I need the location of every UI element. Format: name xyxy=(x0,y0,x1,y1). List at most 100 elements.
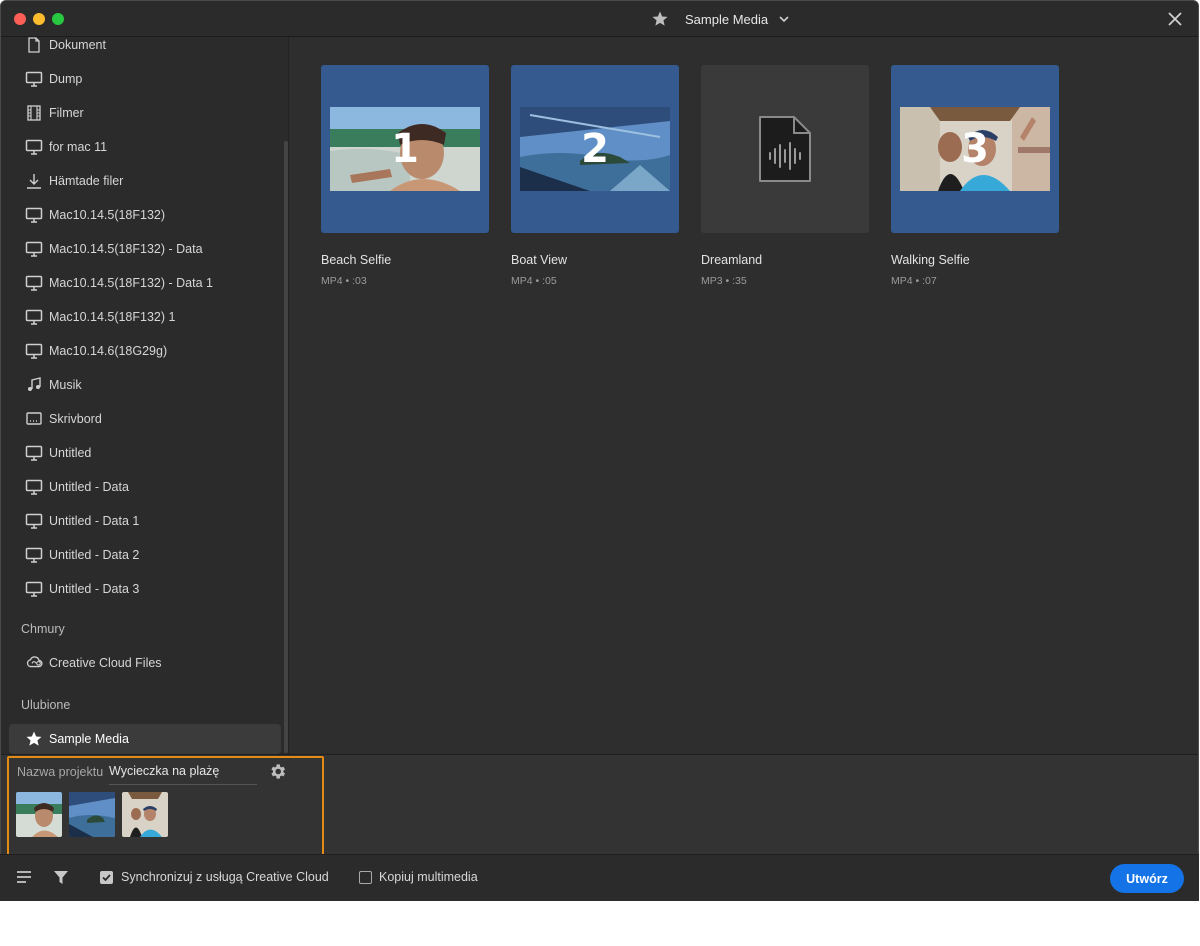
monitor-icon xyxy=(25,342,43,360)
monitor-icon xyxy=(25,138,43,156)
media-card-walking-selfie[interactable]: 3 Walking Selfie MP4 • :07 xyxy=(891,65,1059,287)
media-title: Walking Selfie xyxy=(891,253,970,267)
sidebar-item-for-mac-11[interactable]: for mac 11 xyxy=(9,132,281,162)
media-meta: MP4 • :07 xyxy=(891,275,937,287)
sync-checkbox-label[interactable]: Synchronizuj z usługą Creative Cloud xyxy=(121,870,329,884)
sidebar-item-mac10-14-5-18f132[interactable]: Mac10.14.5(18F132) xyxy=(9,200,281,230)
sidebar-scrollbar[interactable] xyxy=(284,141,288,753)
monitor-icon xyxy=(25,512,43,530)
title-bar: Sample Media xyxy=(1,1,1198,37)
sidebar-item-mac10-14-5-18f132-data[interactable]: Mac10.14.5(18F132) - Data xyxy=(9,234,281,264)
sidebar-item-label: Dump xyxy=(49,72,83,86)
creative-cloud-icon xyxy=(25,654,43,672)
sidebar-item-untitled[interactable]: Untitled xyxy=(9,438,281,468)
star-icon xyxy=(652,11,668,26)
sidebar-item-label: Hämtade filer xyxy=(49,174,124,188)
sidebar-item-label: Skrivbord xyxy=(49,412,102,426)
sidebar-item-untitled-data-2[interactable]: Untitled - Data 2 xyxy=(9,540,281,570)
media-title: Dreamland xyxy=(701,253,763,267)
sidebar-item-label: Mac10.14.5(18F132) - Data 1 xyxy=(49,276,213,290)
selection-order-badge: 2 xyxy=(581,126,609,172)
sidebar-item-label: Mac10.14.5(18F132) xyxy=(49,208,166,222)
sidebar-item-label: Mac10.14.5(18F132) - Data xyxy=(49,242,203,256)
sidebar-item-sample-media[interactable]: Sample Media xyxy=(9,724,281,754)
sidebar-item-dokument[interactable]: Dokument xyxy=(9,37,281,60)
project-clip-beach-selfie[interactable] xyxy=(16,792,62,837)
minimize-window-button[interactable] xyxy=(33,13,45,25)
sidebar-item-label: Untitled - Data 2 xyxy=(49,548,140,562)
sidebar-item-label: Untitled - Data 3 xyxy=(49,582,140,596)
media-card-dreamland[interactable]: Dreamland MP3 • :35 xyxy=(701,65,869,287)
media-thumbnail[interactable]: 3 xyxy=(891,65,1059,233)
sync-checkbox[interactable] xyxy=(100,871,113,884)
sidebar-item-musik[interactable]: Musik xyxy=(9,370,281,400)
sidebar-item-untitled-data[interactable]: Untitled - Data xyxy=(9,472,281,502)
project-name-input[interactable]: Wycieczka na plażę xyxy=(109,763,257,785)
sidebar-item-untitled-data-1[interactable]: Untitled - Data 1 xyxy=(9,506,281,536)
desktop-icon xyxy=(25,410,43,428)
media-grid: 1 Beach Selfie MP4 • :03 2 Boat View MP4… xyxy=(290,37,1198,754)
sidebar-item-label: Mac10.14.5(18F132) 1 xyxy=(49,310,176,324)
favorites-heading: Ulubione xyxy=(21,698,71,712)
sidebar-item-filmer[interactable]: Filmer xyxy=(9,98,281,128)
filter-icon[interactable] xyxy=(53,869,69,885)
media-title: Boat View xyxy=(511,253,568,267)
monitor-icon xyxy=(25,478,43,496)
monitor-icon xyxy=(25,240,43,258)
sidebar-item-label: Untitled - Data xyxy=(49,480,129,494)
sidebar-item-label: Mac10.14.6(18G29g) xyxy=(49,344,168,358)
location-dropdown[interactable]: Sample Media xyxy=(651,1,790,37)
zoom-window-button[interactable] xyxy=(52,13,64,25)
sidebar-item-creative-cloud-files[interactable]: Creative Cloud Files xyxy=(9,648,281,678)
project-clip-walking-selfie[interactable] xyxy=(122,792,168,837)
download-icon xyxy=(25,172,43,190)
close-window-button[interactable] xyxy=(14,13,26,25)
media-thumbnail[interactable] xyxy=(701,65,869,233)
media-meta: MP4 • :03 xyxy=(321,275,367,287)
monitor-icon xyxy=(25,546,43,564)
gear-icon[interactable] xyxy=(268,762,287,781)
project-clip-boat-view[interactable] xyxy=(69,792,115,837)
monitor-icon xyxy=(25,444,43,462)
sidebar-item-dump[interactable]: Dump xyxy=(9,64,281,94)
sidebar-item-label: Untitled - Data 1 xyxy=(49,514,140,528)
music-note-icon xyxy=(25,376,43,394)
copy-media-checkbox-label[interactable]: Kopiuj multimedia xyxy=(379,870,478,884)
sidebar-item-label: Creative Cloud Files xyxy=(49,656,162,670)
copy-media-checkbox[interactable] xyxy=(359,871,372,884)
sidebar-item-mac10-14-5-18f132-1[interactable]: Mac10.14.5(18F132) 1 xyxy=(9,302,281,332)
list-view-icon[interactable] xyxy=(16,869,32,885)
monitor-icon xyxy=(25,274,43,292)
clouds-heading: Chmury xyxy=(21,622,65,636)
sidebar-item-label: Filmer xyxy=(49,106,84,120)
media-meta: MP4 • :05 xyxy=(511,275,557,287)
sidebar-item-label: Untitled xyxy=(49,446,92,460)
sidebar-item-label: Sample Media xyxy=(49,732,129,746)
selection-order-badge: 1 xyxy=(391,126,419,172)
star-icon xyxy=(25,730,43,748)
monitor-icon xyxy=(25,580,43,598)
sidebar-item-h-mtade-filer[interactable]: Hämtade filer xyxy=(9,166,281,196)
media-meta: MP3 • :35 xyxy=(701,275,747,287)
monitor-icon xyxy=(25,308,43,326)
media-card-boat-view[interactable]: 2 Boat View MP4 • :05 xyxy=(511,65,679,287)
media-thumbnail[interactable]: 2 xyxy=(511,65,679,233)
window-title: Sample Media xyxy=(685,11,769,27)
chevron-down-icon xyxy=(779,16,789,23)
media-thumbnail[interactable]: 1 xyxy=(321,65,489,233)
monitor-icon xyxy=(25,206,43,224)
document-icon xyxy=(25,37,43,54)
sidebar-item-mac10-14-6-18g29g[interactable]: Mac10.14.6(18G29g) xyxy=(9,336,281,366)
create-button[interactable]: Utwórz xyxy=(1110,864,1184,893)
monitor-icon xyxy=(25,70,43,88)
sidebar-item-untitled-data-3[interactable]: Untitled - Data 3 xyxy=(9,574,281,604)
sidebar: Dokument Dump Filmer for mac 11 Hämtade file… xyxy=(1,37,289,754)
close-icon[interactable] xyxy=(1166,10,1184,28)
sidebar-item-skrivbord[interactable]: Skrivbord xyxy=(9,404,281,434)
selection-order-badge: 3 xyxy=(961,126,989,172)
project-name-label: Nazwa projektu xyxy=(17,765,104,779)
sidebar-item-mac10-14-5-18f132-data-1[interactable]: Mac10.14.5(18F132) - Data 1 xyxy=(9,268,281,298)
sidebar-item-label: Musik xyxy=(49,378,82,392)
media-card-beach-selfie[interactable]: 1 Beach Selfie MP4 • :03 xyxy=(321,65,489,287)
audio-file-icon xyxy=(759,116,811,182)
